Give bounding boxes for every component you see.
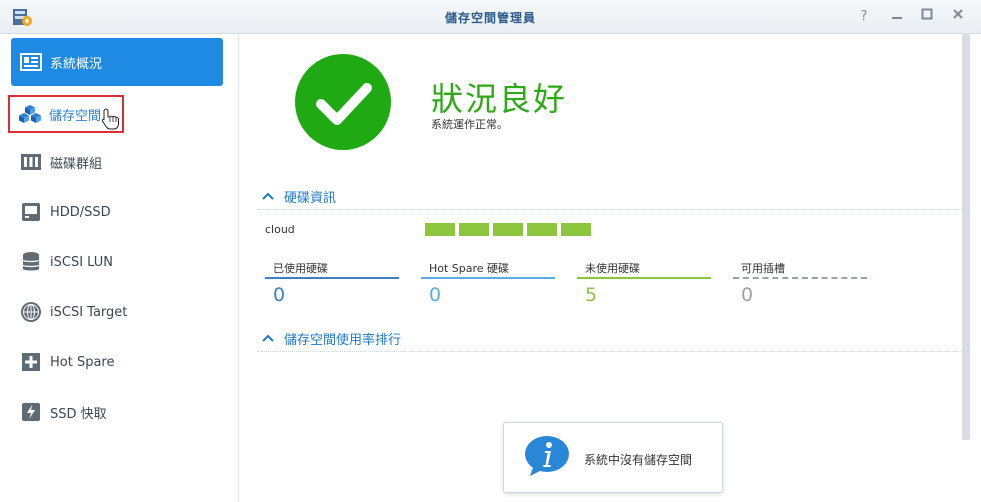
disk-slot <box>527 223 557 236</box>
server-name: cloud <box>265 223 295 236</box>
usage-ranking-header: 儲存空間使用率排行 <box>284 332 402 348</box>
plus-box-icon <box>20 351 42 373</box>
available-slots-label: 可用插槽 <box>741 262 785 275</box>
chevron-up-icon <box>262 332 274 345</box>
window-title: 儲存空間管理員 <box>444 11 536 25</box>
sidebar-item-storage[interactable]: 儲存空間 <box>8 95 124 133</box>
sidebar-item-ssd-cache[interactable]: SSD 快取 <box>11 388 223 436</box>
hot-spare-disks-bar <box>421 277 555 279</box>
sidebar-item-overview[interactable]: 系統概況 <box>11 38 223 86</box>
notification-toast: 系統中沒有儲存空間 <box>503 422 723 493</box>
sidebar-item-label: 磁碟群組 <box>50 156 103 172</box>
section-divider <box>257 209 969 210</box>
overview-icon <box>20 51 42 73</box>
ssd-icon <box>20 401 42 423</box>
disk-slot <box>493 223 523 236</box>
sidebar-item-hot-spare[interactable]: Hot Spare <box>11 338 223 386</box>
status-subtitle: 系統運作正常。 <box>431 118 508 131</box>
maximize-icon <box>921 8 933 24</box>
available-slots-value: 0 <box>741 284 754 306</box>
close-button[interactable] <box>948 6 968 26</box>
hdd-icon <box>20 201 42 223</box>
sidebar-item-label: iSCSI LUN <box>50 254 113 270</box>
sidebar-item-iscsi-lun[interactable]: iSCSI LUN <box>11 238 223 286</box>
sidebar-item-label: HDD/SSD <box>50 204 111 220</box>
unused-disks-label: 未使用硬碟 <box>585 262 640 275</box>
disk-slot <box>425 223 455 236</box>
toast-message: 系統中沒有儲存空間 <box>584 453 693 467</box>
section-divider <box>257 351 969 352</box>
available-slots-bar <box>733 277 867 279</box>
sidebar-item-iscsi-target[interactable]: iSCSI Target <box>11 288 223 336</box>
sidebar-item-disk-group[interactable]: 磁碟群組 <box>11 138 223 186</box>
minimize-button[interactable] <box>887 6 907 26</box>
sidebar-item-hdd-ssd[interactable]: HDD/SSD <box>11 188 223 236</box>
maximize-button[interactable] <box>917 6 937 26</box>
sidebar-item-label: SSD 快取 <box>50 406 107 422</box>
status-health-badge <box>295 54 391 150</box>
used-disks-value: 0 <box>273 284 286 306</box>
hot-spare-disks-value: 0 <box>429 284 442 306</box>
info-icon <box>525 436 569 476</box>
minimize-icon <box>891 8 903 24</box>
storage-cubes-icon <box>19 103 41 125</box>
usage-ranking-section-toggle[interactable]: 儲存空間使用率排行 <box>262 327 401 349</box>
hot-spare-disks-label: Hot Spare 硬碟 <box>429 262 510 275</box>
hand-cursor-icon <box>101 108 119 130</box>
vertical-scrollbar[interactable] <box>962 34 970 440</box>
checkmark-icon <box>316 83 372 125</box>
chevron-up-icon <box>262 190 274 203</box>
help-icon: ? <box>860 8 868 24</box>
close-icon <box>952 8 964 24</box>
used-disks-label: 已使用硬碟 <box>273 262 328 275</box>
database-icon <box>20 251 42 273</box>
sidebar-item-label: 儲存空間 <box>49 108 102 124</box>
disk-group-icon <box>20 151 42 173</box>
title-bar: 儲存空間管理員 ? <box>0 0 981 34</box>
help-button[interactable]: ? <box>854 6 874 26</box>
unused-disks-bar <box>577 277 711 279</box>
disk-info-header: 硬碟資訊 <box>284 190 337 206</box>
sidebar-item-label: Hot Spare <box>50 354 115 370</box>
used-disks-bar <box>265 277 399 279</box>
sidebar-item-label: iSCSI Target <box>50 304 128 320</box>
disk-slot <box>459 223 489 236</box>
disk-info-section-toggle[interactable]: 硬碟資訊 <box>262 185 336 207</box>
unused-disks-value: 5 <box>585 284 598 306</box>
sidebar-item-label: 系統概況 <box>50 56 103 72</box>
disk-slot <box>561 223 591 236</box>
status-title: 狀況良好 <box>431 80 568 118</box>
globe-icon <box>20 301 42 323</box>
